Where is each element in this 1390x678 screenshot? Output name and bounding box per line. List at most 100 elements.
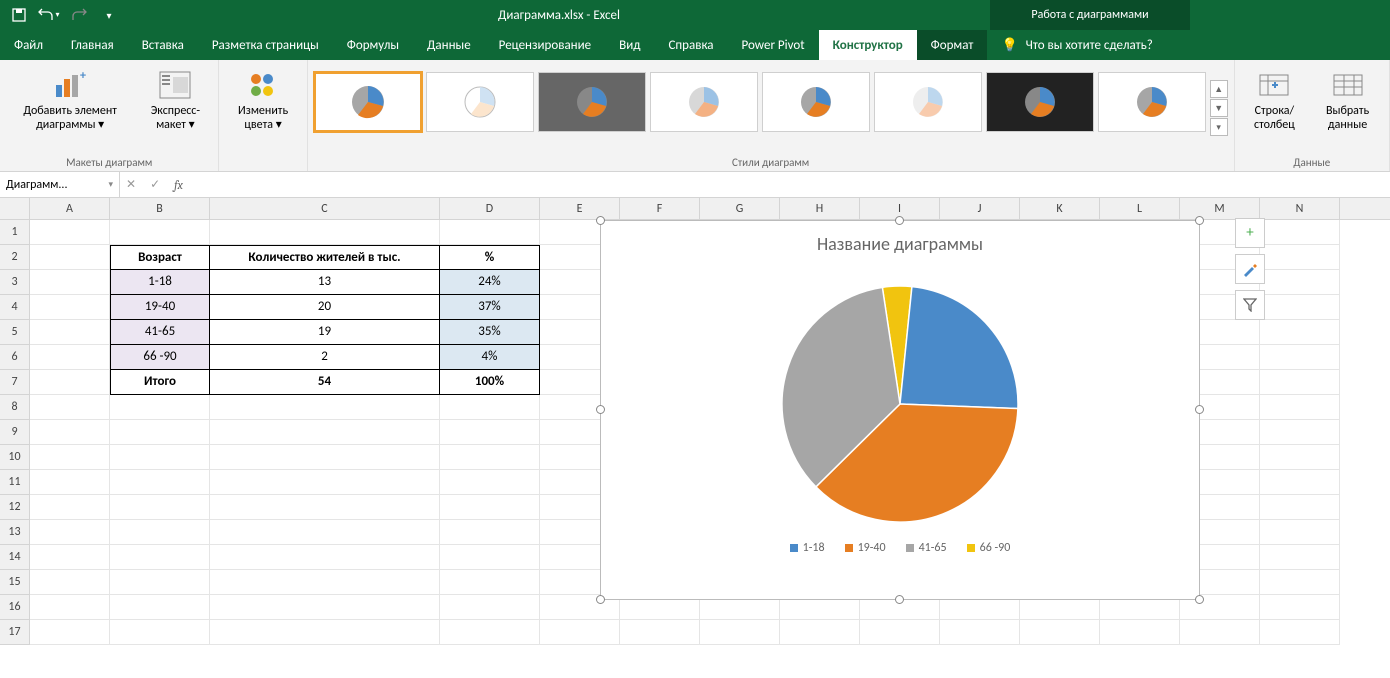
row-header[interactable]: 11 — [0, 470, 29, 495]
row-header[interactable]: 15 — [0, 570, 29, 595]
change-colors-button[interactable]: Изменить цвета ▾ — [225, 64, 300, 136]
resize-handle[interactable] — [596, 405, 605, 414]
formula-input[interactable] — [189, 172, 1390, 197]
column-header[interactable]: J — [940, 198, 1020, 219]
name-box[interactable]: Диаграмм... — [0, 172, 120, 197]
legend-label: 41-65 — [919, 541, 947, 555]
save-icon[interactable] — [6, 4, 32, 26]
column-header[interactable]: B — [110, 198, 210, 219]
chart-object[interactable]: Название диаграммы 1-18 19-40 41-65 66 -90 — [600, 220, 1200, 600]
legend-swatch — [967, 544, 975, 552]
resize-handle[interactable] — [895, 216, 904, 225]
row-header[interactable]: 9 — [0, 420, 29, 445]
row-header[interactable]: 3 — [0, 270, 29, 295]
tab-file[interactable]: Файл — [0, 30, 57, 60]
tab-help[interactable]: Справка — [654, 30, 727, 60]
column-header[interactable]: D — [440, 198, 540, 219]
pie-slice[interactable] — [900, 287, 1018, 409]
tab-design[interactable]: Конструктор — [819, 30, 917, 60]
gallery-more-button[interactable]: ▾ — [1210, 118, 1228, 136]
chart-styles-button[interactable] — [1235, 254, 1265, 284]
ribbon-group-styles: ▲ ▼ ▾ Стили диаграмм — [308, 60, 1235, 171]
chart-style-6[interactable] — [874, 72, 982, 132]
select-all-corner[interactable] — [0, 198, 30, 219]
chart-plot-area[interactable] — [601, 259, 1199, 533]
resize-handle[interactable] — [1195, 405, 1204, 414]
chart-style-4[interactable] — [650, 72, 758, 132]
row-header[interactable]: 2 — [0, 245, 29, 270]
row-header[interactable]: 13 — [0, 520, 29, 545]
qat-customize-icon[interactable]: ▾ — [96, 4, 122, 26]
add-chart-element-button[interactable]: + Добавить элемент диаграммы ▾ — [6, 64, 134, 136]
gallery-up-button[interactable]: ▲ — [1210, 80, 1228, 98]
column-header[interactable]: H — [780, 198, 860, 219]
tab-home[interactable]: Главная — [57, 30, 128, 60]
lightbulb-icon: 💡 — [1001, 38, 1017, 53]
column-header[interactable]: A — [30, 198, 110, 219]
column-header[interactable]: L — [1100, 198, 1180, 219]
gallery-scroll: ▲ ▼ ▾ — [1210, 72, 1228, 136]
chart-style-1[interactable] — [314, 72, 422, 132]
switch-row-column-button[interactable]: Строка/столбец — [1241, 64, 1308, 136]
chart-style-8[interactable] — [1098, 72, 1206, 132]
resize-handle[interactable] — [1195, 595, 1204, 604]
resize-handle[interactable] — [1195, 216, 1204, 225]
gallery-down-button[interactable]: ▼ — [1210, 99, 1228, 117]
row-header[interactable]: 10 — [0, 445, 29, 470]
resize-handle[interactable] — [596, 216, 605, 225]
resize-handle[interactable] — [596, 595, 605, 604]
tab-power-pivot[interactable]: Power Pivot — [728, 30, 819, 60]
row-header[interactable]: 1 — [0, 220, 29, 245]
chart-filters-button[interactable] — [1235, 290, 1265, 320]
column-header[interactable]: K — [1020, 198, 1100, 219]
row-header[interactable]: 17 — [0, 620, 29, 645]
chart-style-5[interactable] — [762, 72, 870, 132]
tell-me-placeholder: Что вы хотите сделать? — [1026, 38, 1153, 53]
tab-data[interactable]: Данные — [413, 30, 485, 60]
chart-style-3[interactable] — [538, 72, 646, 132]
row-header[interactable]: 16 — [0, 595, 29, 620]
legend-item[interactable]: 1-18 — [790, 541, 825, 555]
tab-view[interactable]: Вид — [605, 30, 654, 60]
resize-handle[interactable] — [895, 595, 904, 604]
quick-layout-button[interactable]: Экспресс-макет ▾ — [138, 64, 212, 136]
fx-icon[interactable]: fx — [174, 178, 183, 192]
add-chart-element-label: Добавить элемент диаграммы ▾ — [12, 104, 128, 132]
enter-icon[interactable]: ✓ — [150, 177, 160, 192]
row-header[interactable]: 4 — [0, 295, 29, 320]
row-header[interactable]: 8 — [0, 395, 29, 420]
tell-me-search[interactable]: 💡 Что вы хотите сделать? — [987, 30, 1166, 60]
legend-item[interactable]: 41-65 — [906, 541, 947, 555]
chart-style-2[interactable] — [426, 72, 534, 132]
tab-insert[interactable]: Вставка — [128, 30, 198, 60]
chart-style-7[interactable] — [986, 72, 1094, 132]
ribbon-group-data-label: Данные — [1241, 154, 1383, 171]
row-header[interactable]: 5 — [0, 320, 29, 345]
chart-legend[interactable]: 1-18 19-40 41-65 66 -90 — [601, 533, 1199, 565]
tab-page-layout[interactable]: Разметка страницы — [198, 30, 333, 60]
cancel-icon[interactable]: ✕ — [126, 177, 136, 192]
column-header[interactable]: M — [1180, 198, 1260, 219]
row-header[interactable]: 14 — [0, 545, 29, 570]
redo-icon[interactable] — [66, 4, 92, 26]
legend-item[interactable]: 66 -90 — [967, 541, 1011, 555]
column-headers: ABCDEFGHIJKLMN — [0, 198, 1390, 220]
title-bar: ▾ ▾ Диаграмма.xlsx - Excel Работа с диаг… — [0, 0, 1390, 30]
tab-review[interactable]: Рецензирование — [485, 30, 605, 60]
formula-bar-buttons: ✕ ✓ fx — [120, 172, 189, 197]
column-header[interactable]: N — [1260, 198, 1340, 219]
column-header[interactable]: C — [210, 198, 440, 219]
chart-title[interactable]: Название диаграммы — [601, 221, 1199, 259]
tab-formulas[interactable]: Формулы — [333, 30, 413, 60]
row-header[interactable]: 12 — [0, 495, 29, 520]
column-header[interactable]: E — [540, 198, 620, 219]
row-header[interactable]: 7 — [0, 370, 29, 395]
tab-format[interactable]: Формат — [917, 30, 988, 60]
select-data-button[interactable]: Выбрать данные — [1312, 64, 1383, 136]
row-header[interactable]: 6 — [0, 345, 29, 370]
column-header[interactable]: F — [620, 198, 700, 219]
column-header[interactable]: G — [700, 198, 780, 219]
legend-item[interactable]: 19-40 — [845, 541, 886, 555]
undo-icon[interactable]: ▾ — [36, 4, 62, 26]
chart-elements-button[interactable]: + — [1235, 218, 1265, 248]
